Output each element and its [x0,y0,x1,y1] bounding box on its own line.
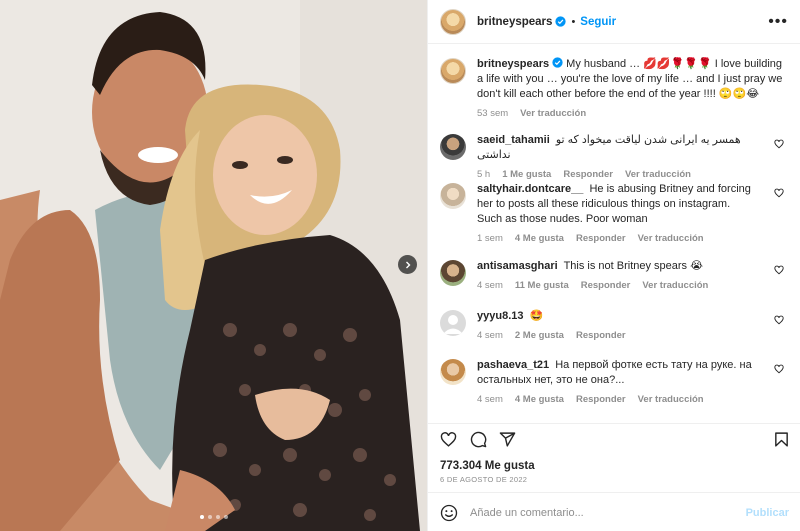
heart-icon[interactable] [774,315,784,325]
caption-avatar[interactable] [440,58,466,84]
bookmark-icon[interactable] [773,431,790,448]
comment-input[interactable] [470,506,746,519]
comment-item: pashaeva_t21 На первой фотке есть тату н… [440,358,790,405]
post-photo [0,0,427,531]
publish-button[interactable]: Publicar [746,507,789,519]
follow-button[interactable]: Seguir [580,16,616,28]
author-avatar[interactable] [440,8,466,35]
comment-likes[interactable]: 4 Me gusta [515,394,564,405]
comment-likes[interactable]: 4 Me gusta [515,233,564,244]
comment-item: saeid_tahamii همسر یه ایرانی شدن لیاقت م… [440,133,790,180]
post-details-panel: britneyspears • Seguir ••• britneyspears… [427,0,800,531]
comment-item: antisamasghari This is not Britney spear… [440,259,790,291]
comment-item: saltyhair.dontcare__ He is abusing Britn… [440,182,790,244]
post-actions: 773.304 Me gusta 6 DE AGOSTO DE 2022 Pub… [428,423,800,531]
verified-badge-icon [552,57,563,68]
comment-meta: 5 h 1 Me gusta Responder Ver traducción [477,169,757,180]
comment-body: This is not Britney spears 😭 [563,260,703,272]
commenter-username[interactable]: saeid_tahamii [477,134,550,146]
commenter-avatar[interactable] [440,134,466,160]
comment-likes[interactable]: 1 Me gusta [502,169,551,180]
translate-link[interactable]: Ver traducción [638,394,704,405]
carousel-next-button[interactable] [398,255,417,274]
add-comment-bar: Publicar [428,492,800,531]
share-icon[interactable] [499,431,516,448]
caption: britneyspears My husband … 💋💋🌹🌹🌹 I love b… [440,57,790,119]
verified-badge-icon [555,16,567,27]
carousel-dot [208,515,212,519]
translate-link[interactable]: Ver traducción [642,280,708,291]
commenter-avatar[interactable] [440,359,466,385]
comment-likes[interactable]: 11 Me gusta [515,280,569,291]
comment-meta: 1 sem 4 Me gusta Responder Ver traducció… [477,233,757,244]
post-media[interactable] [0,0,427,531]
commenter-avatar[interactable] [440,310,466,336]
heart-icon[interactable] [440,431,457,448]
action-icons [440,428,790,452]
comment-icon[interactable] [470,431,487,448]
commenter-avatar[interactable] [440,260,466,286]
comment-body: 🤩 [529,310,544,322]
emoji-icon[interactable] [440,504,458,522]
header-separator: • [571,15,576,28]
comment-age: 1 sem [477,233,503,244]
comment-likes[interactable]: 2 Me gusta [515,330,564,341]
caption-meta: 53 sem Ver traducción [477,108,790,119]
commenter-avatar[interactable] [440,183,466,209]
comment-age: 4 sem [477,394,503,405]
commenter-username[interactable]: antisamasghari [477,260,558,272]
comment-item: yyyu8.13 🤩 4 sem 2 Me gusta Responder [440,309,790,341]
carousel-indicator [200,515,228,519]
heart-icon[interactable] [774,364,784,374]
post-date: 6 DE AGOSTO DE 2022 [440,475,528,484]
commenter-username[interactable]: pashaeva_t21 [477,359,549,371]
comment-meta: 4 sem 11 Me gusta Responder Ver traducci… [477,280,757,291]
instagram-post-modal: britneyspears • Seguir ••• britneyspears… [0,0,800,531]
likes-count[interactable]: 773.304 Me gusta [440,460,535,472]
carousel-dot [224,515,228,519]
comments-list[interactable]: britneyspears My husband … 💋💋🌹🌹🌹 I love b… [428,45,800,423]
carousel-dot [216,515,220,519]
commenter-username[interactable]: yyyu8.13 [477,310,523,322]
carousel-dot [200,515,204,519]
translate-link[interactable]: Ver traducción [625,169,691,180]
reply-button[interactable]: Responder [563,169,613,180]
reply-button[interactable]: Responder [581,280,631,291]
comment-age: 5 h [477,169,491,180]
comment-text: saltyhair.dontcare__ He is abusing Britn… [477,182,757,227]
reply-button[interactable]: Responder [576,330,626,341]
post-header: britneyspears • Seguir ••• [428,0,800,44]
reply-button[interactable]: Responder [576,233,626,244]
caption-text: britneyspears My husband … 💋💋🌹🌹🌹 I love b… [477,57,790,102]
comment-text: antisamasghari This is not Britney spear… [477,259,757,274]
author-username[interactable]: britneyspears [477,16,552,28]
caption-translate-link[interactable]: Ver traducción [520,108,586,119]
comment-text: saeid_tahamii همسر یه ایرانی شدن لیاقت م… [477,133,757,163]
comment-text: pashaeva_t21 На первой фотке есть тату н… [477,358,757,388]
commenter-username[interactable]: saltyhair.dontcare__ [477,183,583,195]
more-icon[interactable]: ••• [768,13,788,30]
reply-button[interactable]: Responder [576,394,626,405]
comment-age: 4 sem [477,280,503,291]
caption-age: 53 sem [477,108,509,119]
heart-icon[interactable] [774,265,784,275]
default-avatar-icon [443,315,463,334]
translate-link[interactable]: Ver traducción [638,233,704,244]
comment-text: yyyu8.13 🤩 [477,309,757,324]
comment-meta: 4 sem 2 Me gusta Responder [477,330,757,341]
caption-username[interactable]: britneyspears [477,58,549,70]
next-arrow-icon [405,261,410,268]
comment-age: 4 sem [477,330,503,341]
heart-icon[interactable] [774,139,784,149]
comment-meta: 4 sem 4 Me gusta Responder Ver traducció… [477,394,757,405]
heart-icon[interactable] [774,188,784,198]
